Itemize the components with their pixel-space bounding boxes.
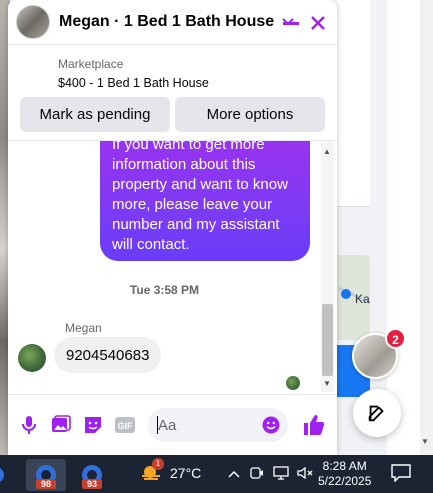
- mark-as-pending-button[interactable]: Mark as pending: [20, 97, 170, 132]
- seen-receipt-avatar: [286, 376, 300, 390]
- new-message-button[interactable]: [353, 389, 401, 437]
- clock-date: 5/22/2025: [318, 474, 372, 488]
- notification-icon[interactable]: [391, 464, 411, 482]
- message-list: If you want to get more information abou…: [8, 140, 337, 392]
- photo-icon[interactable]: [50, 414, 72, 436]
- chat-head-unread-badge: 2: [385, 328, 406, 349]
- listing-actions: Mark as pending More options: [20, 97, 325, 132]
- message-line: If you want to get more: [112, 140, 265, 153]
- message-line: property and want to know: [112, 176, 288, 193]
- message-timestamp: Tue 3:58 PM: [129, 283, 200, 297]
- chevron-up-icon[interactable]: [228, 466, 240, 481]
- message-input-wrapper[interactable]: [148, 408, 288, 442]
- gif-icon[interactable]: GIF: [114, 414, 136, 436]
- chat-header[interactable]: Megan · 1 Bed 1 Bath House: [8, 0, 337, 45]
- listing-title[interactable]: $400 - 1 Bed 1 Bath House: [58, 76, 209, 90]
- minimize-icon: [283, 22, 299, 25]
- weather-alert-badge: 1: [152, 458, 164, 470]
- close-button[interactable]: [307, 12, 329, 34]
- background-card: [337, 0, 370, 207]
- close-icon: [311, 16, 325, 30]
- incoming-message[interactable]: 9204540683: [54, 337, 162, 373]
- scroll-down-icon[interactable]: ▼: [323, 379, 331, 388]
- background-map[interactable]: Ka: [337, 255, 370, 340]
- message-line: will contact.: [112, 236, 190, 253]
- page-scrollbar[interactable]: [420, 0, 433, 455]
- meet-now-icon[interactable]: [250, 466, 264, 483]
- network-icon[interactable]: [273, 466, 289, 483]
- conversation-title[interactable]: Megan · 1 Bed 1 Bath House: [59, 13, 274, 31]
- windows-taskbar: 98 93 1 27°C 8:28 AM 5/22/2025: [0, 455, 433, 493]
- avatar[interactable]: [16, 5, 50, 39]
- map-label: Ka: [355, 292, 370, 306]
- message-composer: GIF: [8, 394, 337, 455]
- scroll-up-icon[interactable]: ▲: [323, 147, 331, 156]
- volume-muted-icon[interactable]: [297, 466, 313, 483]
- browser-icon: [0, 468, 4, 482]
- scrollbar-thumb[interactable]: [322, 304, 333, 376]
- chat-window: Megan · 1 Bed 1 Bath House Marketplace $…: [8, 0, 337, 455]
- outgoing-message[interactable]: If you want to get more information abou…: [100, 140, 310, 261]
- taskbar-app-left[interactable]: [0, 459, 8, 491]
- thumbs-up-icon[interactable]: [302, 413, 326, 437]
- message-line: information about this: [112, 156, 256, 173]
- emoji-icon[interactable]: [262, 416, 280, 434]
- microphone-icon[interactable]: [18, 414, 40, 436]
- system-clock[interactable]: 8:28 AM 5/22/2025: [318, 459, 371, 489]
- task-badge: 98: [35, 479, 56, 489]
- sticker-icon[interactable]: [82, 414, 104, 436]
- taskbar-app-browser-1[interactable]: 98: [26, 459, 66, 491]
- compose-icon: [368, 405, 384, 422]
- map-pin-icon: [341, 289, 351, 299]
- task-badge: 93: [81, 479, 102, 489]
- clock-time: 8:28 AM: [322, 459, 367, 473]
- listing-source: Marketplace: [58, 57, 124, 71]
- weather-widget[interactable]: 1 27°C: [140, 458, 202, 483]
- message-input[interactable]: [158, 416, 268, 434]
- svg-text:GIF: GIF: [118, 421, 134, 431]
- message-line: number and my assistant: [112, 216, 280, 233]
- temperature: 27°C: [170, 465, 202, 481]
- text-caret: [157, 416, 158, 434]
- sender-name: Megan: [65, 321, 102, 335]
- page-scroll-down-icon[interactable]: ▼: [421, 437, 429, 446]
- more-options-button[interactable]: More options: [175, 97, 325, 132]
- message-line: more, please leave your: [112, 196, 273, 213]
- minimize-button[interactable]: [280, 13, 302, 35]
- sender-avatar[interactable]: [18, 344, 46, 372]
- taskbar-app-browser-2[interactable]: 93: [72, 459, 112, 491]
